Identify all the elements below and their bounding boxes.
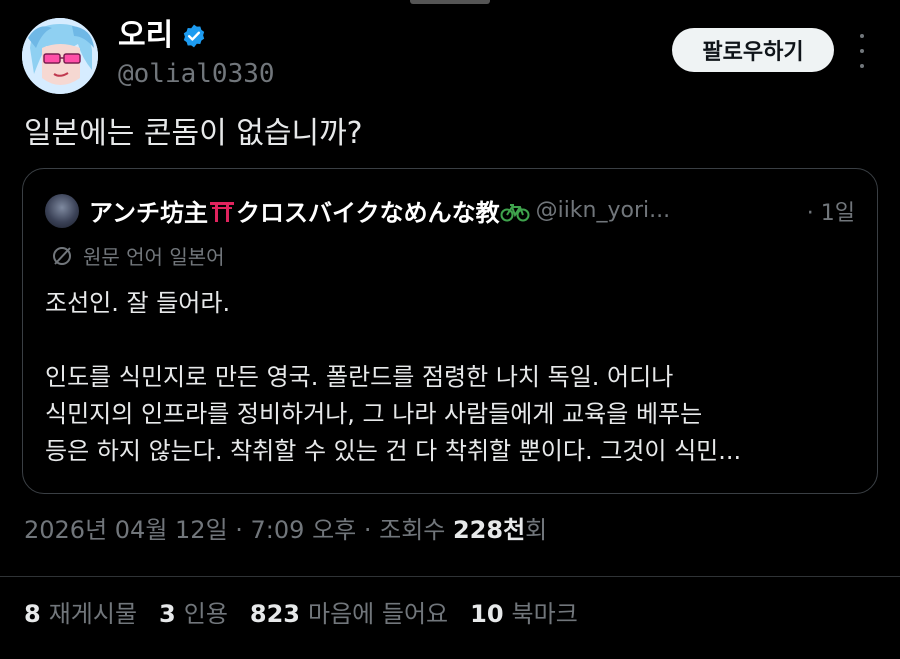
- author-handle[interactable]: @olial0330: [118, 58, 275, 90]
- avatar-image: [22, 18, 98, 94]
- tweet-date-time[interactable]: 2026년 04월 12일 · 7:09 오후 · 조회수: [24, 516, 453, 544]
- author-avatar[interactable]: [22, 18, 98, 94]
- quoted-body-line: 등은 하지 않는다. 착취할 수 있는 건 다 착취할 뿐이다. 그것이 식민.…: [45, 437, 742, 465]
- bicycle-icon: [500, 199, 530, 223]
- quoted-tweet-card[interactable]: アンチ坊主 クロスバイクなめんな教 @iikn_yori... · 1일 원문 …: [22, 168, 878, 494]
- translation-label: 원문 언어 일본어: [83, 245, 225, 269]
- follow-button[interactable]: 팔로우하기: [672, 28, 834, 72]
- views-suffix: 회: [525, 516, 548, 544]
- quoted-author-handle[interactable]: @iikn_yori...: [536, 198, 671, 223]
- likes-stat[interactable]: 823 마음에 들어요: [250, 596, 448, 632]
- quoted-author-avatar[interactable]: [45, 193, 79, 228]
- quoted-author-name[interactable]: アンチ坊主 クロスバイクなめんな教: [89, 193, 530, 228]
- torii-gate-icon: [208, 199, 236, 223]
- divider: [0, 576, 900, 577]
- author-display-name[interactable]: 오리: [118, 18, 173, 54]
- quoted-tweet-body: 조선인. 잘 들어라. 인도를 식민지로 만든 영국. 폴란드를 점령한 나치 …: [45, 285, 855, 470]
- translation-notice[interactable]: 원문 언어 일본어: [51, 241, 225, 270]
- quoted-body-line: 식민지의 인프라를 정비하거나, 그 나라 사람들에게 교육을 베푸는: [45, 400, 703, 428]
- quoted-tweet-header: アンチ坊主 クロスバイクなめんな教 @iikn_yori...: [45, 193, 670, 228]
- quoted-author-name-part2: クロスバイクなめんな教: [236, 199, 500, 227]
- engagement-stats: 8 재게시물 3 인용 823 마음에 들어요 10 북마크: [24, 596, 578, 632]
- quoted-author-name-part1: アンチ坊主: [89, 199, 209, 227]
- tweet-metadata: 2026년 04월 12일 · 7:09 오후 · 조회수 228천회: [24, 512, 547, 548]
- reposts-count: 8: [24, 600, 41, 628]
- views-count[interactable]: 228천: [453, 516, 525, 544]
- quoted-tweet-time[interactable]: · 1일: [807, 195, 855, 227]
- reposts-label: 재게시물: [48, 600, 138, 628]
- bookmarks-label: 북마크: [511, 600, 578, 628]
- quoted-body-line: 조선인. 잘 들어라.: [45, 289, 231, 317]
- bookmarks-count: 10: [470, 600, 504, 628]
- likes-count: 823: [249, 600, 301, 628]
- bookmarks-stat[interactable]: 10 북마크: [470, 596, 578, 632]
- more-vertical-icon[interactable]: [852, 34, 872, 68]
- quoted-body-line: 인도를 식민지로 만든 영국. 폴란드를 점령한 나치 독일. 어디나: [45, 363, 674, 391]
- likes-label: 마음에 들어요: [308, 600, 449, 628]
- translate-icon: [51, 245, 73, 267]
- tweet-text: 일본에는 콘돔이 없습니까?: [24, 116, 363, 151]
- quotes-stat[interactable]: 3 인용: [159, 596, 228, 632]
- reposts-stat[interactable]: 8 재게시물: [24, 596, 137, 632]
- verified-badge-icon: [181, 23, 207, 49]
- quotes-count: 3: [159, 600, 176, 628]
- drag-handle[interactable]: [410, 0, 490, 4]
- quotes-label: 인용: [183, 600, 228, 628]
